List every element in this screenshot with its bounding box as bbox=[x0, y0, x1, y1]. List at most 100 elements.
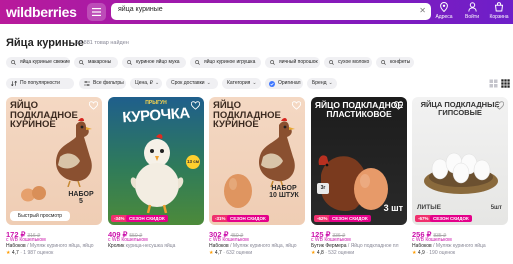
search-icon bbox=[11, 60, 16, 65]
suggestion-chip[interactable]: сухое молоко bbox=[324, 57, 372, 68]
sort-dropdown[interactable]: По популярности bbox=[6, 78, 74, 89]
star-icon: ★ bbox=[311, 250, 316, 256]
results-count: 14 881 товар найден bbox=[76, 40, 129, 46]
product-card[interactable]: ЯЙЦО ПОДКЛАДНОЕ КУРИНОЕ НАБОР 5 Быстрый … bbox=[6, 97, 102, 256]
suggestion-label: яичный порошок bbox=[279, 59, 318, 65]
chevron-down-icon: ⌄ bbox=[328, 80, 333, 86]
product-card[interactable]: ЯЙЦО ПОДКЛАДНОЕ КУРИНОЕ НАБОР 10 ШТУК -3… bbox=[209, 97, 305, 256]
quick-view-button[interactable]: Быстрый просмотр bbox=[10, 211, 70, 221]
category-filter-label: Категория bbox=[227, 80, 251, 86]
image-title: ЯЙЦО ПОДКЛАДНОЕ ПЛАСТИКОВОЕ bbox=[314, 100, 404, 119]
sort-label: По популярности bbox=[20, 80, 60, 86]
checkmark-circle-icon bbox=[269, 80, 275, 87]
product-image[interactable]: ЯЙЦО ПОДКЛАДНОЕ ПЛАСТИКОВОЕ 3г 3 шт -62%… bbox=[311, 97, 407, 225]
search-icon bbox=[381, 60, 386, 65]
product-image[interactable]: ЯЙЦО ПОДКЛАДНОЕ КУРИНОЕ НАБОР 10 ШТУК -3… bbox=[209, 97, 305, 225]
login-button[interactable]: Войти bbox=[460, 2, 484, 20]
price-filter-label: Цена, ₽ bbox=[135, 80, 153, 86]
brand-name: Набоков bbox=[209, 243, 229, 249]
filter-sliders-icon bbox=[84, 81, 90, 86]
search-query: яйца куриные bbox=[118, 6, 163, 13]
grid-view-icon[interactable] bbox=[489, 79, 498, 88]
location-icon bbox=[432, 2, 456, 13]
suggestion-label: куриное яйцо мука bbox=[136, 59, 180, 65]
reviews-count: · 532 оценки bbox=[325, 250, 355, 256]
suggestion-chip[interactable]: яйца куриные свежие bbox=[6, 57, 70, 68]
suggestion-chip[interactable]: макароны bbox=[74, 57, 118, 68]
heart-icon[interactable] bbox=[495, 101, 504, 110]
sale-badge: СЕЗОН СКИДОК bbox=[329, 215, 371, 222]
cart-icon bbox=[487, 2, 511, 13]
cart-button[interactable]: Корзина bbox=[487, 2, 511, 20]
image-note: ЛИТЫЕ bbox=[417, 204, 441, 211]
star-icon: ★ bbox=[6, 250, 11, 256]
chevron-down-icon: ⌄ bbox=[206, 80, 211, 86]
image-note: 3 шт bbox=[383, 203, 403, 213]
rating-value: 4,9 bbox=[417, 250, 425, 256]
list-grid-view-icon[interactable] bbox=[501, 79, 510, 88]
rating-value: 4,8 bbox=[316, 250, 324, 256]
all-filters-label: Все фильтры bbox=[93, 80, 124, 86]
product-card[interactable]: ПРЫГУН КУРОЧКА 13 см -34% СЕЗОН СКИДОК 4… bbox=[108, 97, 204, 249]
product-card[interactable]: ЯЙЦО ПОДКЛАДНОЕ ПЛАСТИКОВОЕ 3г 3 шт -62%… bbox=[311, 97, 407, 256]
clear-search-icon[interactable]: ✕ bbox=[419, 6, 426, 16]
product-name[interactable]: Набоков / Муляж куриного яйца, яйцо bbox=[209, 243, 309, 249]
category-filter[interactable]: Категория ⌄ bbox=[222, 78, 261, 89]
suggestion-label: конфеты bbox=[390, 59, 411, 65]
rating: ★ 4,9 · 190 оценок bbox=[412, 250, 455, 256]
brand-name: Набоков bbox=[412, 243, 432, 249]
product-name[interactable]: Набоков / Муляж куриного яйца, яйцо bbox=[6, 243, 106, 249]
menu-button[interactable] bbox=[87, 3, 106, 21]
addresses-button[interactable]: Адреса bbox=[432, 2, 456, 20]
image-title: КУРОЧКА bbox=[121, 104, 191, 127]
top-header: wildberries яйца куриные ✕ Адреса Войти … bbox=[0, 0, 513, 24]
brand-filter[interactable]: Бренд ⌄ bbox=[307, 78, 337, 89]
page-title: Яйца куриные bbox=[6, 37, 84, 49]
star-icon: ★ bbox=[412, 250, 417, 256]
suggestion-label: макароны bbox=[88, 59, 112, 65]
suggestion-label: сухое молоко bbox=[338, 59, 370, 65]
heart-icon[interactable] bbox=[191, 101, 200, 110]
toy-chicken-illustration bbox=[130, 134, 184, 214]
all-filters-button[interactable]: Все фильтры bbox=[79, 78, 126, 89]
reviews-count: · 632 оценки bbox=[223, 250, 253, 256]
wildberries-logo[interactable]: wildberries bbox=[6, 4, 77, 20]
product-image[interactable]: ПРЫГУН КУРОЧКА 13 см -34% СЕЗОН СКИДОК bbox=[108, 97, 204, 225]
login-label: Войти bbox=[465, 14, 479, 20]
rating-value: 4,7 bbox=[11, 250, 19, 256]
product-name[interactable]: Бутик Фермера / Яйцо подкладное пл bbox=[311, 243, 411, 249]
suggestion-chip[interactable]: яйцо куриное игрушка bbox=[190, 57, 261, 68]
suggestion-chip[interactable]: куриное яйцо мука bbox=[122, 57, 186, 68]
heart-icon[interactable] bbox=[89, 101, 98, 110]
original-label: Оригинал bbox=[278, 80, 301, 86]
product-name[interactable]: Кролик курица-несушка яйца bbox=[108, 243, 208, 249]
count-note: 5шт bbox=[490, 205, 502, 211]
product-name[interactable]: Набоков / Муляж куриного яйца bbox=[412, 243, 512, 249]
heart-icon[interactable] bbox=[394, 101, 403, 110]
price-filter[interactable]: Цена, ₽ ⌄ bbox=[130, 78, 162, 89]
search-input[interactable]: яйца куриные ✕ bbox=[111, 3, 431, 20]
original-toggle[interactable]: Оригинал bbox=[265, 78, 303, 89]
rating: ★ 4,7 · 632 оценки bbox=[209, 250, 252, 256]
product-title: курица-несушка яйца bbox=[124, 243, 176, 249]
suggestion-chip[interactable]: конфеты bbox=[376, 57, 414, 68]
suggestion-label: яйцо куриное игрушка bbox=[204, 59, 256, 65]
product-card[interactable]: ЯЙЦА ПОДКЛАДНЫЕ ГИПСОВЫЕ ЛИТЫЕ 5шт -67% … bbox=[412, 97, 508, 256]
brand-name: Набоков bbox=[6, 243, 26, 249]
brand-name: Бутик Фермера bbox=[311, 243, 347, 249]
product-image[interactable]: ЯЙЦА ПОДКЛАДНЫЕ ГИПСОВЫЕ ЛИТЫЕ 5шт -67% … bbox=[412, 97, 508, 225]
heart-icon[interactable] bbox=[292, 101, 301, 110]
product-image[interactable]: ЯЙЦО ПОДКЛАДНОЕ КУРИНОЕ НАБОР 5 Быстрый … bbox=[6, 97, 102, 225]
reviews-count: · 190 оценок bbox=[426, 250, 456, 256]
eggs-in-nest-illustration bbox=[424, 152, 498, 194]
search-icon bbox=[270, 60, 275, 65]
eggs-illustration bbox=[21, 186, 46, 202]
product-title: / Муляж куриного яйца, яйцо bbox=[25, 243, 94, 249]
reviews-count: · 1 987 оценок bbox=[20, 250, 54, 256]
delivery-filter[interactable]: Срок доставки ⌄ bbox=[166, 78, 218, 89]
sale-badge: СЕЗОН СКИДОК bbox=[227, 215, 269, 222]
suggestion-chip[interactable]: яичный порошок bbox=[265, 57, 320, 68]
rating: ★ 4,8 · 532 оценки bbox=[311, 250, 354, 256]
search-icon bbox=[195, 60, 200, 65]
hen-illustration bbox=[258, 118, 295, 187]
